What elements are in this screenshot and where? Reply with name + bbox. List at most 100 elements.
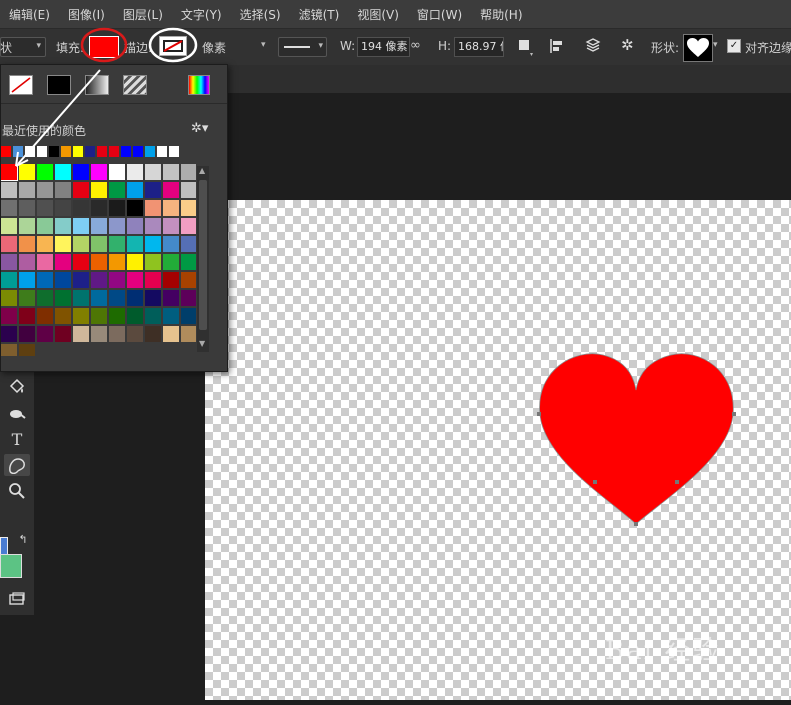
color-swatch[interactable]: [73, 164, 89, 180]
type-tool-icon[interactable]: T: [4, 428, 30, 450]
color-swatch[interactable]: [91, 326, 107, 342]
color-swatch[interactable]: [1, 164, 18, 181]
color-swatch[interactable]: [55, 272, 71, 288]
align-edges-checkbox[interactable]: ✓: [727, 39, 741, 53]
color-swatch[interactable]: [181, 236, 196, 252]
color-swatch[interactable]: [145, 308, 161, 324]
width-input[interactable]: 194 像素: [357, 37, 410, 57]
color-swatch[interactable]: [55, 200, 71, 216]
color-swatch[interactable]: [181, 326, 196, 342]
color-swatch[interactable]: [145, 290, 161, 306]
mode-dropdown[interactable]: 状 ▾: [0, 37, 46, 57]
stroke-style-dropdown[interactable]: ▾: [278, 37, 327, 57]
link-icon[interactable]: ∞: [410, 38, 421, 53]
gear-icon[interactable]: ✲: [621, 36, 634, 54]
color-swatch[interactable]: [163, 254, 179, 270]
color-swatch[interactable]: [109, 272, 125, 288]
color-swatch[interactable]: [1, 200, 17, 216]
background-color-swatch[interactable]: [0, 554, 22, 578]
no-fill-button[interactable]: [9, 75, 33, 95]
menu-type[interactable]: 文字(Y): [172, 6, 231, 23]
recent-color-swatch[interactable]: [157, 146, 167, 157]
paint-bucket-icon[interactable]: [4, 376, 30, 398]
menu-edit[interactable]: 编辑(E): [0, 6, 59, 23]
color-swatch[interactable]: [91, 272, 107, 288]
color-swatch[interactable]: [91, 254, 107, 270]
color-swatch[interactable]: [55, 236, 71, 252]
swap-colors-icon[interactable]: ↰: [10, 528, 36, 550]
menu-view[interactable]: 视图(V): [348, 6, 408, 23]
color-swatch[interactable]: [163, 182, 179, 198]
recent-color-swatch[interactable]: [25, 146, 35, 157]
color-swatch[interactable]: [181, 218, 196, 234]
color-swatch[interactable]: [127, 290, 143, 306]
color-swatch[interactable]: [73, 290, 89, 306]
color-swatch[interactable]: [37, 326, 53, 342]
color-swatch[interactable]: [55, 164, 71, 180]
menu-image[interactable]: 图像(I): [59, 6, 114, 23]
chevron-down-icon[interactable]: ▾: [261, 40, 266, 50]
color-swatch[interactable]: [37, 200, 53, 216]
color-swatch[interactable]: [127, 326, 143, 342]
color-swatch[interactable]: [19, 218, 35, 234]
path-arrange-icon[interactable]: [585, 37, 601, 55]
color-swatch[interactable]: [1, 236, 17, 252]
color-swatch[interactable]: [91, 308, 107, 324]
color-swatch[interactable]: [163, 218, 179, 234]
menu-help[interactable]: 帮助(H): [471, 6, 531, 23]
color-swatch[interactable]: [37, 236, 53, 252]
color-swatch[interactable]: [91, 236, 107, 252]
color-swatch[interactable]: [37, 164, 53, 180]
color-swatch[interactable]: [127, 272, 143, 288]
zoom-icon[interactable]: [4, 480, 30, 502]
color-swatch[interactable]: [91, 290, 107, 306]
recent-color-swatch[interactable]: [121, 146, 131, 157]
color-swatch[interactable]: [181, 290, 196, 306]
stroke-color-swatch[interactable]: [159, 36, 187, 56]
recent-color-swatch[interactable]: [133, 146, 143, 157]
shape-picker[interactable]: [683, 34, 713, 62]
color-swatch[interactable]: [109, 308, 125, 324]
recent-color-swatch[interactable]: [37, 146, 47, 157]
heart-shape[interactable]: [205, 200, 791, 700]
recent-color-swatch[interactable]: [97, 146, 107, 157]
color-swatch[interactable]: [127, 218, 143, 234]
custom-shape-tool-icon[interactable]: [4, 454, 30, 476]
color-swatch[interactable]: [73, 254, 89, 270]
recent-color-swatch[interactable]: [49, 146, 59, 157]
gear-icon[interactable]: ✲▾: [191, 121, 208, 136]
color-swatch[interactable]: [73, 308, 89, 324]
color-swatch[interactable]: [1, 308, 17, 324]
menu-layer[interactable]: 图层(L): [114, 6, 172, 23]
recent-color-swatch[interactable]: [73, 146, 83, 157]
recent-color-swatch[interactable]: [109, 146, 119, 157]
color-swatch[interactable]: [163, 308, 179, 324]
pattern-button[interactable]: [123, 75, 147, 95]
color-swatch[interactable]: [55, 308, 71, 324]
scroll-up-icon[interactable]: ▲: [199, 166, 205, 175]
document-canvas[interactable]: Bai 经验: [205, 200, 791, 700]
path-ops-icon[interactable]: [519, 40, 529, 50]
color-swatch[interactable]: [91, 182, 107, 198]
fill-color-swatch[interactable]: [89, 36, 119, 58]
color-swatch[interactable]: [1, 290, 17, 306]
color-swatch[interactable]: [37, 308, 53, 324]
chevron-down-icon[interactable]: ▾: [713, 40, 718, 50]
color-swatch[interactable]: [109, 200, 125, 216]
recent-color-swatch[interactable]: [13, 146, 23, 157]
color-picker-button[interactable]: [188, 75, 210, 95]
color-swatch[interactable]: [109, 236, 125, 252]
color-swatch[interactable]: [73, 182, 89, 198]
color-swatch[interactable]: [37, 272, 53, 288]
color-swatch[interactable]: [145, 254, 161, 270]
gradient-button[interactable]: [85, 75, 109, 95]
scroll-thumb[interactable]: [199, 180, 207, 330]
color-swatch[interactable]: [73, 200, 89, 216]
screen-mode-icon[interactable]: [4, 588, 30, 610]
smudge-icon[interactable]: [4, 402, 30, 424]
color-swatch[interactable]: [127, 254, 143, 270]
solid-color-button[interactable]: [47, 75, 71, 95]
path-align-icon[interactable]: [549, 38, 565, 54]
color-swatch[interactable]: [181, 200, 196, 216]
color-swatch[interactable]: [73, 236, 89, 252]
